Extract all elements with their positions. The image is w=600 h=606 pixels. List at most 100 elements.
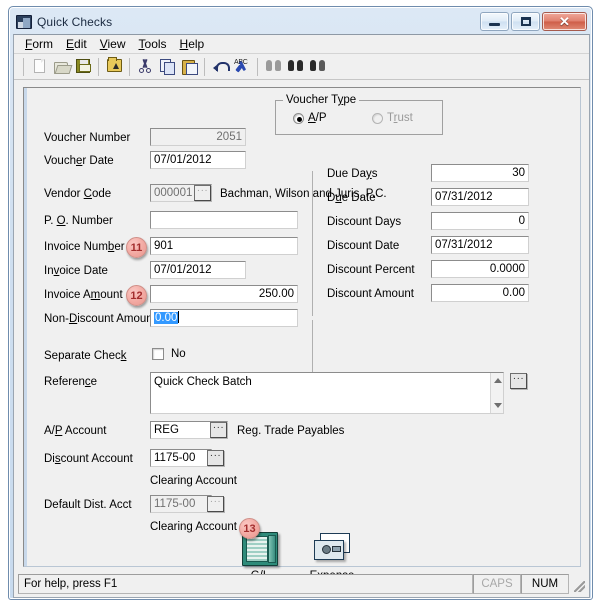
form-left-rail — [24, 88, 27, 566]
find-prev-icon — [309, 59, 325, 74]
menu-form-label: orm — [32, 37, 53, 51]
discount-amount-field[interactable]: 0.00 — [431, 284, 529, 302]
client-area: Form Edit View Tools Help ABC — [13, 34, 590, 598]
invoice-number-field[interactable]: 901 — [150, 237, 298, 255]
copy-icon — [159, 59, 175, 74]
menu-form[interactable]: Form — [20, 36, 61, 53]
maximize-icon — [521, 17, 531, 26]
voucher-type-trust-label: Trust — [387, 112, 413, 124]
save-icon — [75, 59, 91, 74]
paste-icon — [181, 59, 197, 74]
spell-check-button[interactable]: ABC — [231, 56, 253, 77]
find-icon — [265, 59, 281, 74]
text-caret — [178, 311, 179, 323]
menu-view[interactable]: View — [95, 36, 134, 53]
reference-lookup-button[interactable]: ··· — [510, 373, 527, 389]
reference-value: Quick Check Batch — [154, 375, 252, 389]
invoice-amount-field[interactable]: 250.00 — [150, 285, 298, 303]
minimize-button[interactable] — [480, 12, 509, 31]
undo-button[interactable] — [209, 56, 231, 77]
discount-days-field[interactable]: 0 — [431, 212, 529, 230]
folder-up-icon — [106, 59, 122, 74]
discount-account-desc: Clearing Account — [150, 475, 237, 488]
non-discount-amount-field[interactable]: 0.00 — [150, 309, 298, 327]
find-button[interactable] — [262, 56, 284, 77]
menu-edit-label: dit — [74, 37, 87, 51]
find-prev-button[interactable] — [306, 56, 328, 77]
column-divider — [312, 171, 313, 316]
discount-account-label: Discount Account — [44, 453, 133, 466]
po-number-label: P. O. Number — [44, 215, 113, 228]
checkbox-box-icon — [152, 348, 164, 360]
find-next-icon — [287, 59, 303, 74]
invoice-date-field[interactable]: 07/01/2012 — [150, 261, 246, 279]
menu-tools[interactable]: Tools — [134, 36, 175, 53]
toolbar-separator — [204, 58, 205, 76]
voucher-type-trust-radio[interactable]: Trust — [372, 112, 413, 124]
money-stack-icon — [314, 532, 350, 566]
menu-edit[interactable]: Edit — [61, 36, 95, 53]
folder-up-button[interactable] — [103, 56, 125, 77]
quick-checks-form: Voucher Number 2051 Voucher Date 07/01/2… — [23, 87, 581, 567]
open-icon — [53, 59, 69, 74]
voucher-date-label: Voucher Date — [44, 155, 114, 168]
resize-grip[interactable] — [569, 574, 587, 594]
due-date-field[interactable]: 07/31/2012 — [431, 188, 529, 206]
new-icon — [31, 59, 47, 74]
toolbar-separator — [257, 58, 258, 76]
default-dist-acct-label: Default Dist. Acct — [44, 499, 132, 512]
ap-account-label: A/P Account — [44, 425, 106, 438]
po-number-field[interactable] — [150, 211, 298, 229]
invoice-date-label: Invoice Date — [44, 265, 108, 278]
voucher-type-ap-radio[interactable]: A/P — [293, 112, 327, 124]
copy-button[interactable] — [156, 56, 178, 77]
toolbar-separator — [98, 58, 99, 76]
menu-help-label: elp — [188, 37, 204, 51]
vendor-code-lookup-button[interactable]: ··· — [194, 185, 211, 201]
ap-account-lookup-button[interactable]: ··· — [210, 422, 227, 438]
radio-dot-icon — [293, 113, 304, 124]
reference-textarea[interactable]: Quick Check Batch — [150, 372, 504, 414]
new-button[interactable] — [28, 56, 50, 77]
save-button[interactable] — [72, 56, 94, 77]
default-dist-acct-lookup-button[interactable]: ··· — [207, 496, 224, 512]
voucher-date-field[interactable]: 07/01/2012 — [150, 151, 246, 169]
cut-button[interactable] — [134, 56, 156, 77]
scroll-up-icon[interactable] — [491, 374, 504, 387]
non-discount-amount-label: Non-Discount Amount — [44, 313, 156, 326]
app-icon — [16, 15, 32, 29]
due-days-field[interactable]: 30 — [431, 164, 529, 182]
menu-help[interactable]: Help — [175, 36, 213, 53]
status-message: For help, press F1 — [18, 574, 473, 594]
reference-label: Reference — [44, 376, 97, 389]
find-next-button[interactable] — [284, 56, 306, 77]
voucher-number-field[interactable]: 2051 — [150, 128, 246, 146]
scroll-down-icon[interactable] — [491, 399, 504, 412]
close-button[interactable]: ✕ — [542, 12, 587, 31]
spell-check-icon: ABC — [234, 59, 250, 74]
vendor-code-label: Vendor Code — [44, 188, 111, 201]
discount-account-field[interactable]: 1175-00 — [150, 449, 212, 467]
separate-check-value: No — [171, 348, 186, 360]
separate-check-checkbox[interactable]: No — [152, 348, 186, 360]
minimize-icon — [489, 23, 500, 26]
discount-date-field[interactable]: 07/31/2012 — [431, 236, 529, 254]
window-title: Quick Checks — [37, 15, 112, 29]
open-button[interactable] — [50, 56, 72, 77]
discount-percent-field[interactable]: 0.0000 — [431, 260, 529, 278]
paste-button[interactable] — [178, 56, 200, 77]
annotation-badge-12: 12 — [126, 285, 147, 306]
default-dist-acct-field[interactable]: 1175-00 — [150, 495, 212, 513]
close-icon: ✕ — [559, 15, 570, 28]
discount-account-lookup-button[interactable]: ··· — [207, 450, 224, 466]
maximize-button[interactable] — [511, 12, 540, 31]
separate-check-label: Separate Check — [44, 350, 126, 363]
due-days-label: Due Days — [327, 168, 378, 181]
toolbar-separator — [23, 58, 24, 76]
cut-icon — [137, 59, 153, 74]
title-bar[interactable]: Quick Checks ✕ — [12, 10, 589, 34]
reference-scrollbar[interactable] — [490, 373, 503, 413]
annotation-badge-13: 13 — [239, 518, 260, 539]
toolbar-separator — [129, 58, 130, 76]
non-discount-amount-value: 0.00 — [154, 312, 178, 324]
